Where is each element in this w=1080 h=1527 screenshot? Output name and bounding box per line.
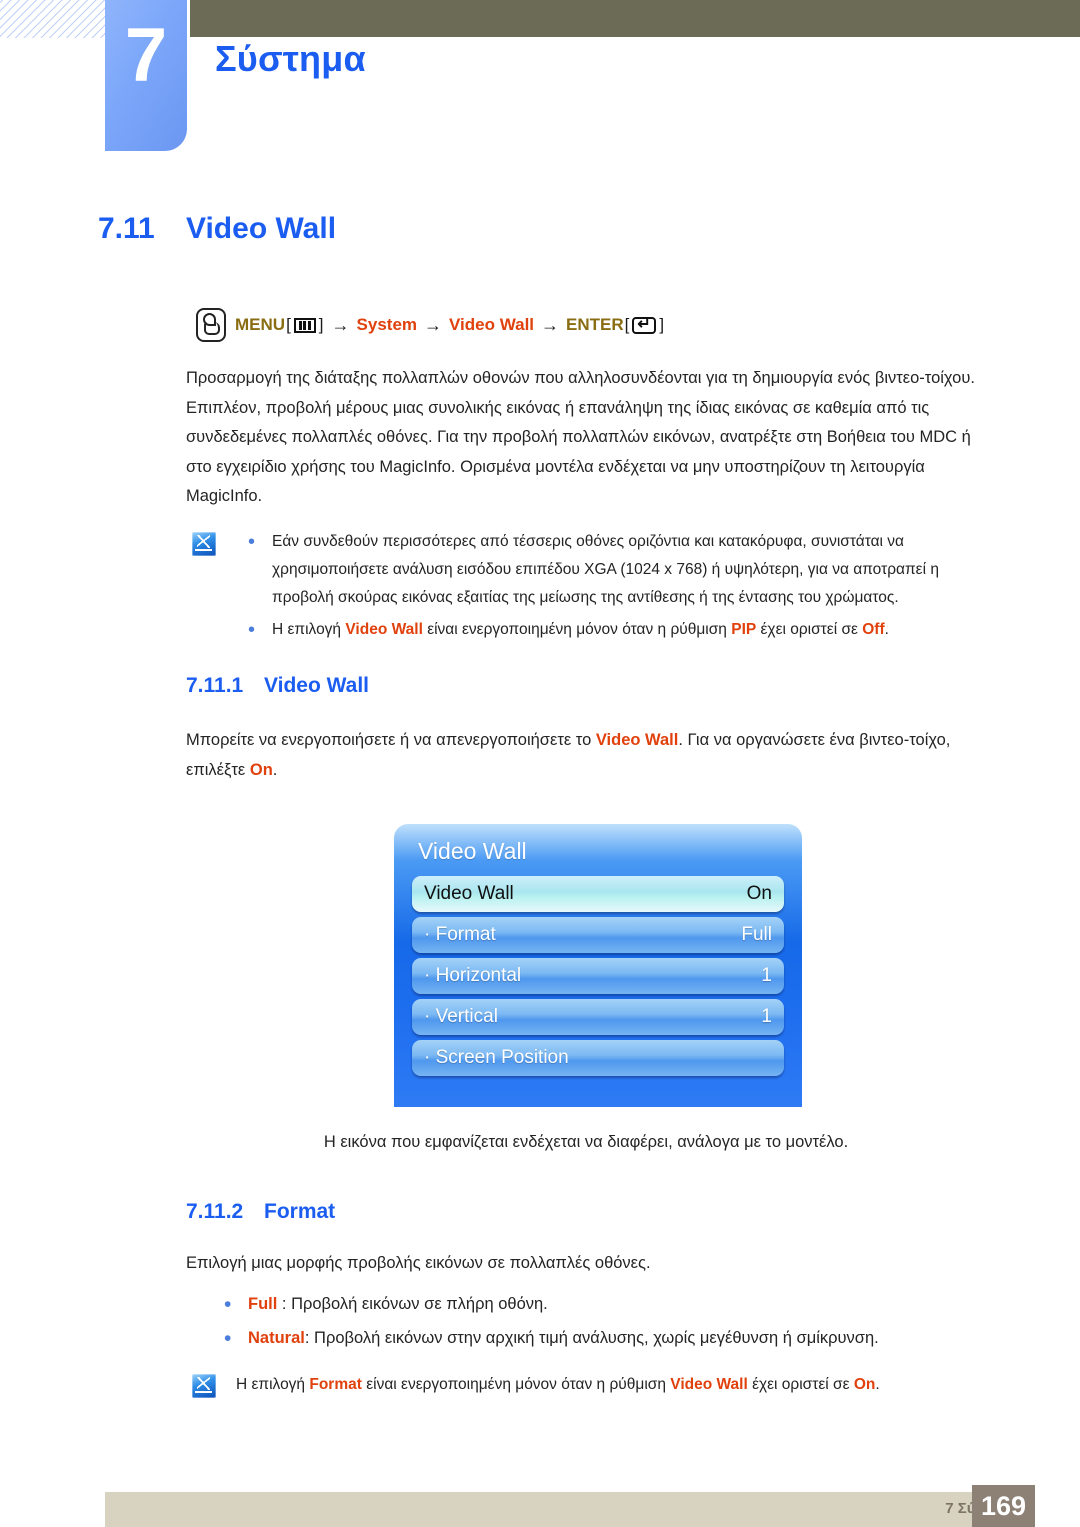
- subsection-2-heading: 7.11.2 Format: [186, 1200, 335, 1224]
- enter-return-icon: [632, 314, 657, 334]
- osd-row-label: · Screen Position: [424, 1047, 569, 1068]
- section-title: Video Wall: [186, 212, 337, 245]
- header-olive-bar: [190, 0, 1080, 37]
- chapter-number-tab: 7: [105, 0, 187, 151]
- note-top-bullets: • Εάν συνδεθούν περισσότερες από τέσσερι…: [246, 528, 991, 648]
- menu-path-step-video-wall: Video Wall: [449, 315, 535, 334]
- bullet-marker: •: [224, 1293, 232, 1316]
- list-item: • Natural: Προβολή εικόνων στην αρχική τ…: [222, 1324, 967, 1354]
- subsection-2-paragraph: Επιλογή μιας μορφής προβολής εικόνων σε …: [186, 1254, 651, 1272]
- section-heading: 7.11 Video Wall: [98, 212, 336, 246]
- subsection-2-title: Format: [264, 1200, 336, 1223]
- menu-path-arrow-2: →: [424, 314, 443, 335]
- osd-row-format[interactable]: · Format Full: [412, 917, 784, 953]
- chapter-title: Σύστημα: [215, 38, 366, 79]
- osd-row-value: Full: [741, 924, 772, 945]
- note-top-bullet-1-text: Εάν συνδεθούν περισσότερες από τέσσερις …: [272, 533, 939, 606]
- osd-row-label: · Vertical: [424, 1006, 498, 1027]
- osd-row-horizontal[interactable]: · Horizontal 1: [412, 958, 784, 994]
- note-pen-icon: [192, 1374, 216, 1398]
- osd-row-video-wall[interactable]: Video Wall On: [412, 876, 784, 912]
- bracket-close-2: ]: [659, 315, 665, 334]
- osd-row-screen-position[interactable]: · Screen Position: [412, 1040, 784, 1076]
- osd-panel-title: Video Wall: [418, 838, 527, 864]
- menu-path-enter-label: ENTER: [566, 315, 624, 334]
- list-item: • Full : Προβολή εικόνων σε πλήρη οθόνη.: [222, 1290, 967, 1320]
- osd-video-wall-panel: Video Wall Video Wall On · Format Full ·…: [394, 824, 802, 1107]
- list-item: • Η επιλογή Video Wall είναι ενεργοποιημ…: [246, 616, 991, 644]
- osd-row-vertical[interactable]: · Vertical 1: [412, 999, 784, 1035]
- menu-path-arrow-1: →: [331, 314, 350, 335]
- bracket-close: ]: [318, 315, 324, 334]
- page-number-badge: 169: [972, 1485, 1035, 1527]
- osd-caption: Η εικόνα που εμφανίζεται ενδέχεται να δι…: [323, 1133, 849, 1151]
- intro-paragraph: Προσαρμογή της διάταξης πολλαπλών οθονών…: [186, 369, 975, 505]
- bullet-marker: •: [224, 1326, 232, 1350]
- subsection-2-number: 7.11.2: [186, 1200, 244, 1223]
- osd-row-value: 1: [761, 965, 772, 986]
- bracket-open: [: [286, 315, 291, 334]
- bullet-marker: •: [248, 531, 256, 553]
- menu-path-menu-label: MENU: [235, 315, 286, 334]
- section-number: 7.11: [98, 212, 155, 245]
- osd-row-label: · Horizontal: [424, 965, 522, 986]
- osd-row-label: Video Wall: [424, 883, 514, 904]
- remote-button-icon: [196, 308, 226, 342]
- menu-path-step-system: System: [356, 315, 418, 334]
- bracket-open-2: [: [624, 315, 630, 334]
- subsection-1-heading: 7.11.1 Video Wall: [186, 674, 369, 698]
- format-option-natural: Natural: Προβολή εικόνων στην αρχική τιμ…: [248, 1328, 879, 1347]
- note-bottom-text: Η επιλογή Format είναι ενεργοποιημένη μό…: [236, 1376, 880, 1393]
- note-top-bullet-2-text: Η επιλογή Video Wall είναι ενεργοποιημέν…: [272, 621, 889, 638]
- osd-row-value: On: [746, 883, 772, 904]
- note-pen-icon: [192, 532, 216, 556]
- footer-bar: [105, 1492, 1035, 1527]
- subsection-1-paragraph: Μπορείτε να ενεργοποιήσετε ή να απενεργο…: [186, 731, 951, 779]
- list-item: • Εάν συνδεθούν περισσότερες από τέσσερι…: [246, 528, 991, 612]
- bullet-marker: •: [248, 619, 256, 641]
- menu-bars-icon: [293, 317, 316, 333]
- osd-row-value: 1: [761, 1006, 772, 1027]
- format-option-full: Full : Προβολή εικόνων σε πλήρη οθόνη.: [248, 1295, 548, 1313]
- menu-path: MENU [ ] → System → Video Wall → ENTER […: [196, 308, 665, 342]
- subsection-1-title: Video Wall: [264, 674, 370, 697]
- osd-row-label: · Format: [424, 924, 496, 945]
- subsection-1-number: 7.11.1: [186, 674, 244, 697]
- menu-path-arrow-3: →: [541, 314, 560, 335]
- format-options-list: • Full : Προβολή εικόνων σε πλήρη οθόνη.…: [222, 1290, 967, 1357]
